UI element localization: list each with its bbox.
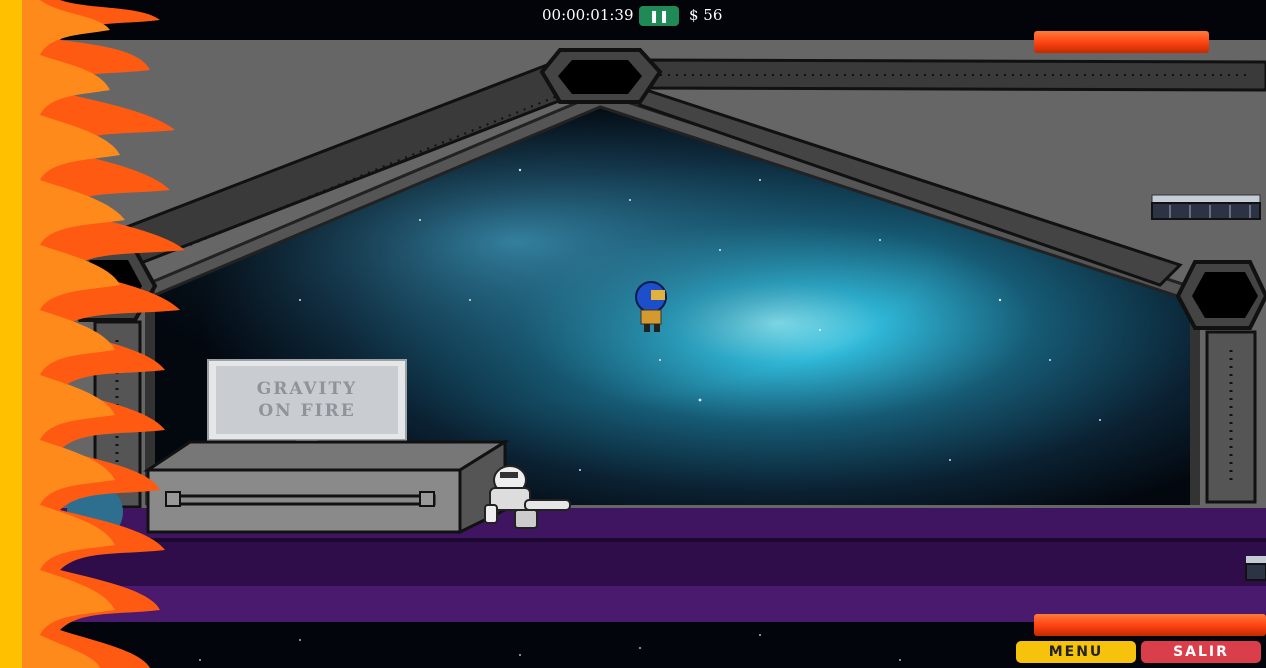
money-counter: $ 56 bbox=[689, 6, 723, 24]
pause-button[interactable]: ❚❚ bbox=[639, 6, 679, 26]
game-scene bbox=[0, 0, 1266, 668]
metal-platform-right bbox=[1151, 194, 1261, 220]
menu-button[interactable]: MENU bbox=[1016, 641, 1136, 663]
elapsed-timer: 00:00:01:39 bbox=[542, 6, 634, 24]
sign-line-1: GRAVITY bbox=[256, 379, 358, 399]
sign-line-2: ON FIRE bbox=[258, 401, 356, 421]
exit-button[interactable]: SALIR bbox=[1141, 641, 1261, 663]
desk bbox=[143, 439, 511, 535]
player-character bbox=[635, 281, 667, 332]
lava-platform-bottom bbox=[1034, 614, 1266, 636]
monitor-sign: GRAVITY ON FIRE bbox=[208, 378, 406, 422]
metal-platform-lower bbox=[1245, 556, 1266, 581]
lava-platform-top bbox=[1034, 31, 1209, 53]
pause-icon: ❚❚ bbox=[648, 9, 670, 23]
